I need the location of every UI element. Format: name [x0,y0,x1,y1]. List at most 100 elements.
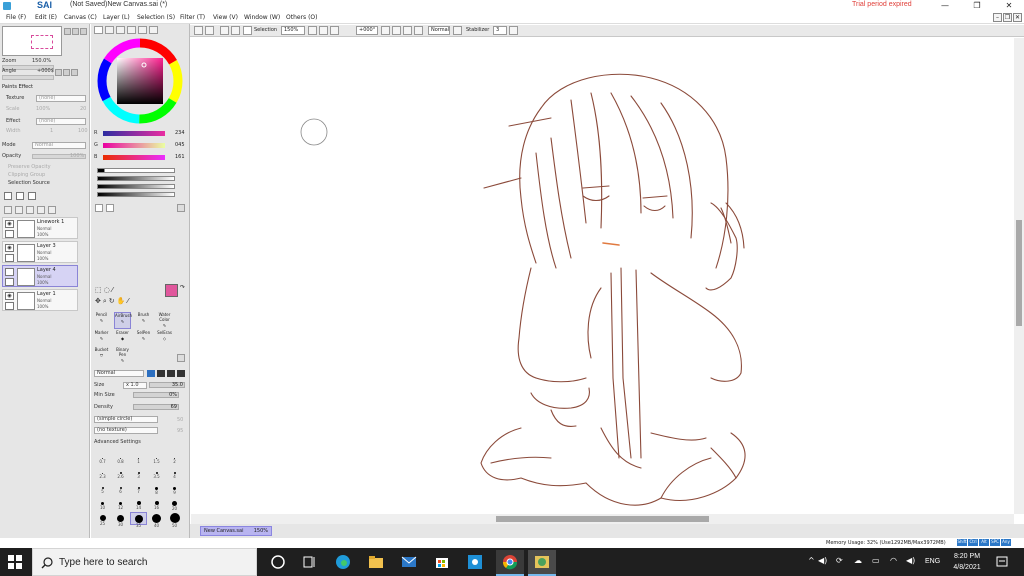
green-slider[interactable] [103,143,165,148]
new-layer-icon[interactable] [4,192,12,200]
red-slider[interactable] [103,131,165,136]
brush-size-preset[interactable]: 3 [130,467,147,480]
tool-brush[interactable]: Brush ✎ [135,312,152,329]
hand-icon[interactable]: ✋ [117,297,128,305]
shape-soft-icon[interactable] [167,370,175,377]
selection-source-checkbox[interactable]: Selection Source [8,180,50,188]
photos-icon[interactable] [467,554,483,570]
copy-layer-icon[interactable] [4,206,12,214]
effect-select[interactable]: (none) [36,118,86,125]
zoom-in-icon[interactable] [64,28,71,35]
delete-layer-icon[interactable] [48,206,56,214]
brush-size-preset[interactable]: 20 [166,497,183,511]
rotate-left-icon[interactable] [55,69,62,76]
selection-checkbox[interactable] [243,26,252,35]
brush-size-preset[interactable]: 14 [130,497,147,510]
flip-icon[interactable] [71,69,78,76]
menu-canvas[interactable]: Canvas (C) [64,14,97,21]
texture-select[interactable]: (none) [36,95,86,102]
sai-taskbar-button[interactable] [528,550,556,576]
layer-item[interactable]: ◉ Linework 1 Normal 100% [2,217,78,239]
stabilizer-dropdown-icon[interactable] [509,26,518,35]
shape-round-icon[interactable] [157,370,165,377]
deselect-icon[interactable] [220,26,229,35]
maximize-button[interactable]: ❐ [962,0,992,12]
zoom-out-icon[interactable] [308,26,317,35]
tool-pencil[interactable]: Pencil ✎ [93,312,110,329]
brush-size-preset[interactable]: 12 [112,497,129,510]
onedrive-icon[interactable]: ☁ [854,556,862,565]
undo-icon[interactable] [194,26,203,35]
taskbar-search-box[interactable]: Type here to search [32,548,257,576]
lasso-icon[interactable]: ◌ [104,286,112,294]
brush-size-preset[interactable]: 25 [94,512,111,526]
brush-size-preset[interactable]: 2.6 [112,467,129,480]
brush-size-preset[interactable]: 8 [148,482,165,495]
menu-file[interactable]: File (F) [6,14,26,21]
layer-lock-icon[interactable] [5,302,14,310]
visibility-eye-icon[interactable]: ◉ [5,292,14,300]
doc-minimize-button[interactable]: – [993,13,1002,22]
taskbar-clock[interactable]: 8:20 PM 4/8/2021 [947,551,987,573]
palette-tab-icon[interactable] [149,26,158,34]
history-swatch-2[interactable] [97,176,175,181]
merge-down-icon[interactable] [15,206,23,214]
cortana-icon[interactable] [270,554,286,570]
windows-start-icon[interactable] [8,555,22,569]
color-wheel-tab-icon[interactable] [94,26,103,34]
menu-window[interactable]: Window (W) [244,14,280,21]
brush-size-preset[interactable]: 5 [94,482,111,495]
hsv-slider-tab-icon[interactable] [116,26,125,34]
tool-bucket[interactable]: Bucket ⛉ [93,347,110,364]
layer-item[interactable]: ◉ Layer 3 Normal 100% [2,241,78,263]
size-slider[interactable]: 35.0 [149,382,185,388]
swatch-remove-icon[interactable] [106,204,114,212]
layer-lock-icon[interactable] [5,254,14,262]
visibility-eye-icon[interactable] [5,268,14,276]
tool-seleras[interactable]: SelEras ◇ [156,330,173,347]
vertical-scroll-thumb[interactable] [1016,220,1022,326]
menu-view[interactable]: View (V) [213,14,238,21]
blend-dropdown-icon[interactable] [453,26,462,35]
brush-size-preset[interactable]: 50 [166,512,183,528]
close-button[interactable]: ✕ [994,0,1024,12]
brush-size-preset[interactable]: 2 [166,452,183,465]
size-multiplier[interactable]: x 1.0 [123,382,147,389]
new-linework-icon[interactable] [16,192,24,200]
zoom-reset-icon[interactable] [330,26,339,35]
tool-airbrush[interactable]: AirBrush ✎ [114,312,132,329]
blend-mode-select[interactable]: Normal [32,142,86,149]
tool-binary-pen[interactable]: Binary Pen ✎ [114,347,131,364]
clipping-group-checkbox[interactable]: Clipping Group [8,172,45,180]
vertical-scrollbar[interactable] [1014,38,1024,514]
doc-close-button[interactable]: ✕ [1013,13,1022,22]
horizontal-scroll-thumb[interactable] [496,516,709,522]
document-tab[interactable]: New Canvas.sai 150% [200,526,272,536]
menu-edit[interactable]: Edit (E) [35,14,57,21]
canvas-blend-select[interactable]: Normal [428,26,450,35]
layer-item[interactable]: ◉ Layer 1 Normal 100% [2,289,78,311]
scratchpad-tab-icon[interactable] [138,26,147,34]
brush-blend-select[interactable]: Normal [94,370,144,377]
brush-size-preset[interactable]: 6 [112,482,129,495]
battery-icon[interactable]: ▭ [872,556,880,565]
zoom-field[interactable]: 150% [281,26,305,35]
menu-selection[interactable]: Selection (S) [137,14,175,21]
brush-size-preset[interactable]: 0.7 [94,452,111,465]
swatch-menu-icon[interactable] [177,204,185,212]
navigator-viewport[interactable] [31,35,53,49]
merge-icon[interactable] [37,206,45,214]
zoom-in-icon[interactable] [319,26,328,35]
blue-value[interactable]: 161 [175,154,185,160]
brush-size-preset[interactable]: 30 [112,512,129,527]
brush-size-preset[interactable]: 1 [130,452,147,465]
menu-layer[interactable]: Layer (L) [103,14,130,21]
rotate-reset-icon[interactable] [403,26,412,35]
advanced-settings-toggle[interactable]: Advanced Settings [94,439,141,445]
speaker-icon[interactable]: ◀) [906,556,915,565]
visibility-eye-icon[interactable]: ◉ [5,220,14,228]
shape-flat-icon[interactable] [177,370,185,377]
tool-watercolor[interactable]: Water Color ✎ [156,312,173,329]
file-explorer-icon[interactable] [368,554,384,570]
task-view-icon[interactable] [302,554,318,570]
